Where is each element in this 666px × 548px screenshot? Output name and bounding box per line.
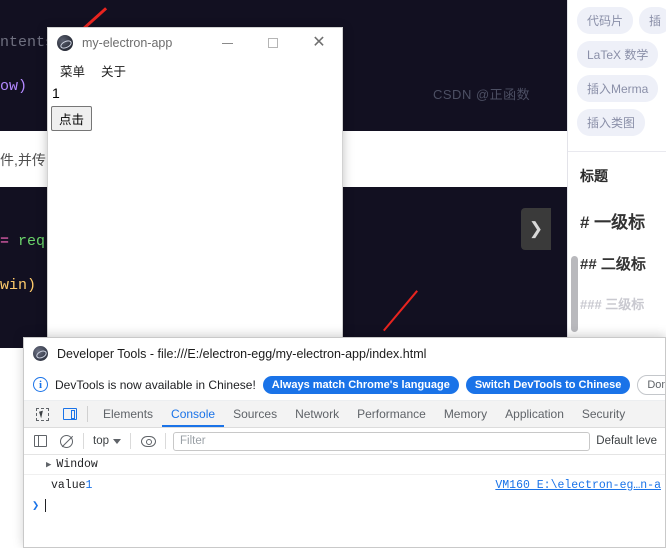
devtools-title: Developer Tools - file:///E:/electron-eg… [57,346,427,361]
console-source-link[interactable]: VM160 E:\electron-eg…n-a [495,479,661,492]
markdown-help-panel: 代码片 插 LaTeX 数学 插入Merma 插入类图 标题 # 一级标 ## … [567,0,666,340]
clear-console-icon [59,434,73,448]
prompt-caret-icon: ❯ [32,499,40,513]
tabbar-separator [87,406,88,422]
javascript-context-select[interactable]: top [91,435,123,447]
background-body-text: 件,并传 [0,152,46,168]
app-titlebar[interactable]: my-electron-app ✕ [48,28,342,58]
console-value-number: 1 [85,478,93,492]
sidebar-panel-icon [33,435,47,447]
tab-security[interactable]: Security [573,401,634,427]
tab-sources[interactable]: Sources [224,401,286,427]
chip-insert-class-diagram[interactable]: 插入类图 [577,109,646,136]
screenshot-root: ntents.openDevTools() ow) 件,并传 = req win… [0,0,666,548]
device-toggle-icon [62,408,77,420]
panel-heading-title: 标题 [580,168,608,184]
window-controls: ✕ [204,28,342,58]
maximize-button[interactable] [250,28,296,58]
chip-row-1: 代码片 插 [568,7,666,41]
chip-row-4: 插入类图 [568,109,666,143]
devtools-icon [33,346,48,361]
close-icon: ✕ [312,34,326,51]
devtools-window: Developer Tools - file:///E:/electron-eg… [23,337,666,548]
chip-code-snippet[interactable]: 代码片 [577,7,634,34]
devtools-titlebar[interactable]: Developer Tools - file:///E:/electron-eg… [24,338,665,369]
console-value-label: value [51,478,86,492]
disclosure-triangle-icon[interactable]: ▶ [46,460,51,470]
filterbar-separator-3 [165,433,166,449]
chip-insert[interactable]: 插 [639,7,666,34]
watermark-dark: CSDN @正函数 [433,87,531,102]
filterbar-separator-1 [83,433,84,449]
text-cursor [45,499,47,512]
devtools-language-infobar: i DevTools is now available in Chinese! … [24,369,665,401]
chip-latex-math[interactable]: LaTeX 数学 [577,41,659,68]
filterbar-separator-2 [130,433,131,449]
close-button[interactable]: ✕ [296,28,342,58]
tab-application[interactable]: Application [496,401,573,427]
console-filter-input[interactable] [173,431,591,451]
electron-app-window: my-electron-app ✕ 菜单 关于 1 点击 [47,27,343,352]
panel-h1-sample: # 一级标 [580,213,646,232]
minimize-button[interactable] [204,28,250,58]
app-menu-item-about[interactable]: 关于 [101,61,126,80]
app-window-title: my-electron-app [82,36,173,50]
app-value-text: 1 [52,85,60,101]
chevron-down-icon [113,438,121,444]
context-label: top [93,435,109,447]
live-expression-button[interactable] [138,431,158,451]
chip-insert-mermaid[interactable]: 插入Merma [577,75,659,102]
console-output[interactable]: ▶ Window value 1 VM160 E:\electron-eg…n-… [24,455,665,547]
minimize-icon [221,42,233,44]
chip-row-2: LaTeX 数学 [568,41,666,75]
toggle-console-sidebar-button[interactable] [30,431,50,451]
inspect-element-button[interactable] [29,401,56,427]
switch-to-chinese-button[interactable]: Switch DevTools to Chinese [465,375,631,394]
devtools-tabbar: Elements Console Sources Network Perform… [24,401,665,428]
chip-row-3: 插入Merma [568,75,666,109]
panel-h2-sample: ## 二级标 [580,256,646,273]
info-icon: i [33,377,48,392]
app-menubar: 菜单 关于 [48,58,342,82]
panel-scrollbar[interactable] [571,256,578,332]
always-match-language-button[interactable]: Always match Chrome's language [262,375,459,394]
log-level-select[interactable]: Default leve [596,435,659,447]
chevron-right-icon: ❯ [528,219,544,238]
electron-icon [57,35,73,51]
console-row-value[interactable]: value 1 VM160 E:\electron-eg…n-a [24,475,665,495]
clear-console-button[interactable] [56,431,76,451]
tab-memory[interactable]: Memory [435,401,496,427]
tab-performance[interactable]: Performance [348,401,435,427]
inspect-cursor-icon [36,407,49,421]
dont-show-again-button[interactable]: Don't sho [637,374,665,395]
console-prompt[interactable]: ❯ [24,495,665,516]
tab-elements[interactable]: Elements [94,401,162,427]
infobar-message: DevTools is now available in Chinese! [55,377,256,392]
device-toolbar-button[interactable] [56,401,83,427]
panel-h3-sample: ### 三级标 [580,297,645,312]
app-content: 1 点击 [48,82,342,351]
console-row-window[interactable]: ▶ Window [24,455,665,475]
console-filter-toolbar: top Default leve [24,428,665,455]
console-window-label: Window [56,458,98,471]
scroll-right-button[interactable]: ❯ [521,208,551,250]
tab-network[interactable]: Network [286,401,348,427]
tab-console[interactable]: Console [162,401,224,427]
app-click-button[interactable]: 点击 [51,106,93,131]
eye-icon [140,435,156,447]
maximize-icon [268,38,278,48]
app-menu-item-menu[interactable]: 菜单 [60,61,85,80]
code-line-1: ow) [0,78,28,95]
